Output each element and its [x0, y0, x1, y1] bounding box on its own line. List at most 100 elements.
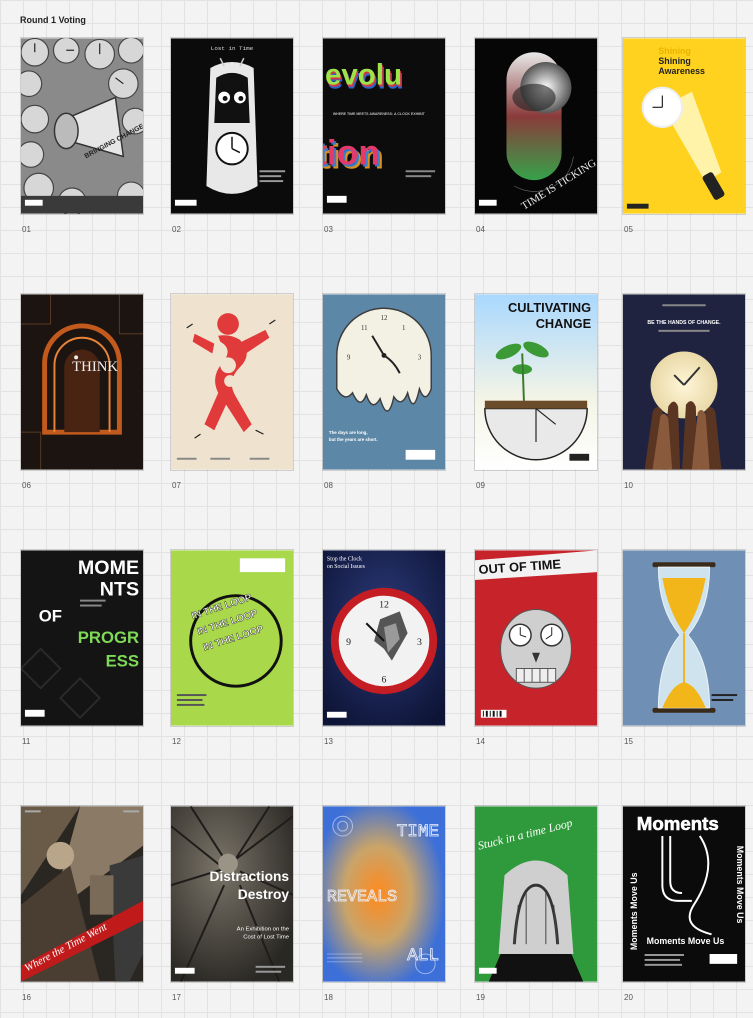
poster-number: 03	[324, 225, 333, 234]
poster-card-16[interactable]: Where the Time Went 16	[20, 805, 166, 1018]
poster-card-18[interactable]: TIME REVEALS ALL 18	[322, 805, 468, 1018]
poster-08-text-2: but the years are short.	[329, 437, 378, 442]
poster-06[interactable]: THINK	[20, 293, 144, 471]
svg-text:1: 1	[402, 325, 406, 332]
poster-number: 13	[324, 737, 333, 746]
poster-card-08[interactable]: 12 3 9 1 11 The days are long, but the years…	[322, 293, 468, 543]
poster-card-19[interactable]: Stuck in a time Loop 19	[474, 805, 620, 1018]
poster-number: 16	[22, 993, 31, 1002]
poster-03[interactable]: evolu evolu evolu WHERE TIME MEETS AWARE…	[322, 37, 446, 215]
poster-card-03[interactable]: evolu evolu evolu WHERE TIME MEETS AWARE…	[322, 37, 468, 287]
poster-card-09[interactable]: CULTIVATING CHANGE 09	[474, 293, 620, 543]
poster-card-15[interactable]: 15	[622, 549, 753, 799]
poster-number: 14	[476, 737, 485, 746]
poster-number: 17	[172, 993, 181, 1002]
poster-09-title-1: CULTIVATING	[508, 300, 591, 315]
poster-09[interactable]: CULTIVATING CHANGE	[474, 293, 598, 471]
poster-17-title-1: Distractions	[210, 869, 290, 884]
poster-02[interactable]: Lost in Time	[170, 37, 294, 215]
poster-11-line-1: MOME	[78, 557, 139, 579]
poster-card-06[interactable]: THINK 06	[20, 293, 166, 543]
svg-text:12: 12	[381, 315, 388, 322]
poster-13-text-2: on Social Issues	[327, 564, 366, 570]
poster-card-14[interactable]: OUT OF TIME 14	[474, 549, 620, 799]
poster-01[interactable]: BRINGING CHANGE FOR CLOCKS	[20, 37, 144, 215]
svg-text:12: 12	[379, 600, 389, 611]
poster-11[interactable]: MOME NTS OF PROGR ESS	[20, 549, 144, 727]
svg-text:Moments Move Us: Moments Move Us	[629, 872, 639, 950]
poster-12[interactable]: IN THE LOOP IN THE LOOP IN THE LOOP	[170, 549, 294, 727]
poster-18-word-1: TIME	[397, 822, 439, 842]
svg-text:9: 9	[346, 637, 351, 648]
poster-05[interactable]: Shining Shining Awareness	[622, 37, 746, 215]
poster-08-text-1: The days are long,	[329, 430, 368, 435]
svg-text:11: 11	[361, 325, 368, 332]
poster-20[interactable]: Moments Moments Move Us Moments Move Us …	[622, 805, 746, 983]
poster-number: 15	[624, 737, 633, 746]
poster-19[interactable]: Stuck in a time Loop	[474, 805, 598, 983]
poster-13-text-1: Stop the Clock	[327, 556, 362, 562]
poster-06-text: THINK	[72, 359, 118, 375]
svg-text:9: 9	[347, 354, 351, 361]
poster-card-01[interactable]: BRINGING CHANGE FOR CLOCKS 01	[20, 37, 166, 287]
poster-number: 08	[324, 481, 333, 490]
poster-03-title-bottom: tion	[323, 132, 380, 172]
poster-11-line-4: PROGR	[78, 628, 139, 647]
poster-03-title-top: evolu	[325, 59, 402, 92]
poster-17[interactable]: Distractions Destroy An Exhibition on th…	[170, 805, 294, 983]
poster-card-07[interactable]: 07	[170, 293, 316, 543]
poster-card-10[interactable]: BE THE HANDS OF CHANGE. 10	[622, 293, 753, 543]
poster-card-20[interactable]: Moments Moments Move Us Moments Move Us …	[622, 805, 753, 1018]
poster-card-17[interactable]: Distractions Destroy An Exhibition on th…	[170, 805, 316, 1018]
poster-14[interactable]: OUT OF TIME	[474, 549, 598, 727]
poster-number: 05	[624, 225, 633, 234]
poster-20-subtitle: Moments Move Us	[647, 936, 725, 946]
poster-05-title-3: Awareness	[658, 66, 705, 76]
poster-10[interactable]: BE THE HANDS OF CHANGE.	[622, 293, 746, 471]
poster-number: 11	[22, 737, 31, 746]
poster-18-word-2: REVEALS	[327, 888, 397, 907]
poster-number: 12	[172, 737, 181, 746]
poster-04[interactable]: TIME IS TICKING	[474, 37, 598, 215]
poster-card-04[interactable]: TIME IS TICKING 04	[474, 37, 620, 287]
poster-card-05[interactable]: Shining Shining Awareness 05	[622, 37, 753, 287]
board-title: Round 1 Voting	[20, 15, 86, 25]
poster-11-line-3: OF	[39, 606, 62, 625]
poster-17-title-2: Destroy	[238, 887, 290, 902]
svg-text:Moments Move Us: Moments Move Us	[735, 846, 745, 924]
poster-11-line-2: NTS	[100, 579, 139, 601]
poster-05-title-2: Shining	[658, 56, 690, 66]
poster-07[interactable]	[170, 293, 294, 471]
svg-text:6: 6	[382, 674, 387, 685]
poster-09-title-2: CHANGE	[536, 316, 592, 331]
poster-17-sub-2: Cost of Lost Time	[243, 934, 290, 940]
poster-number: 09	[476, 481, 485, 490]
poster-card-12[interactable]: IN THE LOOP IN THE LOOP IN THE LOOP 12	[170, 549, 316, 799]
poster-number: 01	[22, 225, 31, 234]
poster-10-text: BE THE HANDS OF CHANGE.	[647, 320, 721, 326]
svg-text:3: 3	[418, 354, 422, 361]
poster-number: 07	[172, 481, 181, 490]
svg-text:3: 3	[417, 637, 422, 648]
poster-03-subtitle: WHERE TIME MEETS AWARENESS: A CLOCK EXHI…	[333, 112, 426, 116]
poster-number: 02	[172, 225, 181, 234]
poster-15[interactable]	[622, 549, 746, 727]
poster-number: 04	[476, 225, 485, 234]
poster-card-02[interactable]: Lost in Time 02	[170, 37, 316, 287]
poster-18-word-3: ALL	[407, 946, 439, 966]
poster-card-13[interactable]: Stop the Clock on Social Issues 12 3 6 9 13	[322, 549, 468, 799]
poster-02-title: Lost in Time	[211, 45, 254, 52]
poster-card-11[interactable]: MOME NTS OF PROGR ESS 11	[20, 549, 166, 799]
poster-number: 20	[624, 993, 633, 1002]
poster-20-title: Moments	[637, 813, 719, 834]
poster-number: 06	[22, 481, 31, 490]
poster-17-sub-1: An Exhibition on the	[237, 926, 290, 932]
poster-05-title-1: Shining	[658, 46, 690, 56]
poster-13[interactable]: Stop the Clock on Social Issues 12 3 6 9	[322, 549, 446, 727]
poster-number: 18	[324, 993, 333, 1002]
poster-18[interactable]: TIME REVEALS ALL	[322, 805, 446, 983]
poster-08[interactable]: 12 3 9 1 11 The days are long, but the years…	[322, 293, 446, 471]
poster-16[interactable]: Where the Time Went	[20, 805, 144, 983]
poster-number: 19	[476, 993, 485, 1002]
poster-number: 10	[624, 481, 633, 490]
